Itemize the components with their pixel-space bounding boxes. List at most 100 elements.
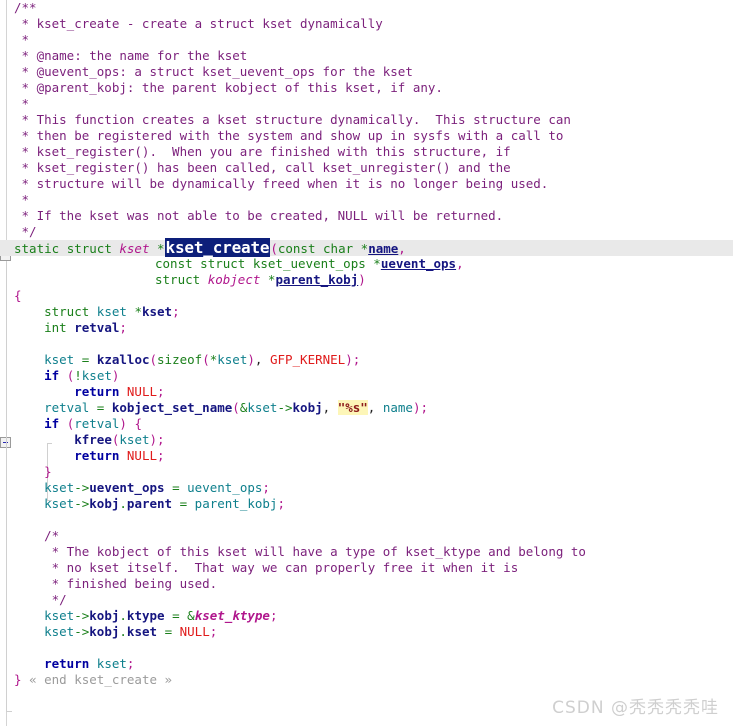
token-punct: ): [412, 400, 421, 415]
token-var: kset: [81, 368, 112, 383]
code-line[interactable]: kset->kobj.kset = NULL;: [0, 624, 733, 640]
token-var: kset: [96, 656, 127, 671]
token-punct: ;: [157, 448, 165, 463]
code-line[interactable]: [0, 512, 733, 528]
code-line[interactable]: if (retval) {: [0, 416, 733, 432]
code-line[interactable]: *: [0, 96, 733, 112]
code-line[interactable]: [0, 640, 733, 656]
code-line[interactable]: int retval;: [0, 320, 733, 336]
code-line[interactable]: * kset_create - create a struct kset dyn…: [0, 16, 733, 32]
code-line[interactable]: kset = kzalloc(sizeof(*kset), GFP_KERNEL…: [0, 352, 733, 368]
token-punct: }: [14, 672, 22, 687]
code-line[interactable]: {: [0, 288, 733, 304]
code-line[interactable]: return NULL;: [0, 384, 733, 400]
code-line[interactable]: * If the kset was not able to be created…: [0, 208, 733, 224]
token-punct: (: [232, 400, 240, 415]
token-utypeb: kset_ktype: [194, 608, 270, 623]
code-line[interactable]: * no kset itself. That way we can proper…: [0, 560, 733, 576]
code-line[interactable]: * kset_register(). When you are finished…: [0, 144, 733, 160]
token-type: int: [44, 320, 67, 335]
token-var: uevent_ops: [187, 480, 263, 495]
code-line[interactable]: * structure will be dynamically freed wh…: [0, 176, 733, 192]
code-line[interactable]: if (!kset): [0, 368, 733, 384]
token-kw: if: [44, 368, 60, 383]
code-editor[interactable]: /** * kset_create - create a struct kset…: [0, 0, 733, 726]
code-line[interactable]: }: [0, 464, 733, 480]
token-punct: ;: [269, 608, 278, 623]
code-line[interactable]: kset->kobj.parent = parent_kobj;: [0, 496, 733, 512]
code-line[interactable]: kset->kobj.ktype = &kset_ktype;: [0, 608, 733, 624]
code-line[interactable]: * finished being used.: [0, 576, 733, 592]
token-cmt: * @parent_kobj: the parent kobject of th…: [14, 80, 443, 95]
token-type: struct: [200, 256, 246, 271]
token-param: parent_kobj: [275, 272, 359, 287]
code-line[interactable]: const struct kset_uevent_ops *uevent_ops…: [0, 256, 733, 272]
code-line[interactable]: *: [0, 192, 733, 208]
token-field: ktype: [126, 608, 165, 623]
token-var: kset: [44, 624, 75, 639]
token-field: uevent_ops: [89, 480, 165, 495]
code-line[interactable]: */: [0, 592, 733, 608]
token-sel: kset_create: [164, 238, 271, 257]
code-line[interactable]: * kset_register() has been called, call …: [0, 160, 733, 176]
code-line[interactable]: * This function creates a kset structure…: [0, 112, 733, 128]
token-plain: ,: [322, 400, 338, 415]
code-line[interactable]: * The kobject of this kset will have a t…: [0, 544, 733, 560]
token-op: .: [119, 496, 127, 511]
indent-guide-foot: [6, 711, 12, 712]
token-field: parent: [126, 496, 173, 511]
token-punct: ;: [209, 624, 218, 639]
code-line[interactable]: */: [0, 224, 733, 240]
token-op: &: [187, 608, 195, 623]
token-cmt: * The kobject of this kset will have a t…: [14, 544, 586, 559]
code-line[interactable]: kfree(kset);: [0, 432, 733, 448]
code-line[interactable]: [0, 336, 733, 352]
code-line[interactable]: } « end kset_create »: [0, 672, 733, 688]
token-str: "%s": [337, 400, 368, 415]
code-line[interactable]: return kset;: [0, 656, 733, 672]
code-line[interactable]: * @parent_kobj: the parent kobject of th…: [0, 80, 733, 96]
token-op: ->: [74, 608, 90, 623]
code-line[interactable]: * then be registered with the system and…: [0, 128, 733, 144]
token-var: kset: [247, 400, 278, 415]
token-hint: « end kset_create »: [29, 672, 173, 687]
code-line[interactable]: * @uevent_ops: a struct kset_uevent_ops …: [0, 64, 733, 80]
token-param: uevent_ops: [380, 256, 457, 271]
token-punct: ): [247, 352, 255, 367]
code-line[interactable]: /*: [0, 528, 733, 544]
token-var: kset: [217, 352, 248, 367]
token-punct: ;: [352, 352, 361, 367]
code-line[interactable]: static struct kset *kset_create(const ch…: [0, 238, 733, 257]
code-line[interactable]: kset->uevent_ops = uevent_ops;: [0, 480, 733, 496]
code-content[interactable]: /** * kset_create - create a struct kset…: [0, 0, 733, 688]
code-line[interactable]: /**: [0, 0, 733, 16]
token-punct: ;: [262, 480, 270, 495]
code-line[interactable]: struct kobject *parent_kobj): [0, 272, 733, 288]
code-line[interactable]: * @name: the name for the kset: [0, 48, 733, 64]
token-op: !: [74, 368, 82, 383]
token-var: kset: [96, 304, 127, 319]
token-cmt: * kset_register(). When you are finished…: [14, 144, 511, 159]
token-cmt: * @name: the name for the kset: [14, 48, 248, 63]
code-line[interactable]: *: [0, 32, 733, 48]
code-line[interactable]: retval = kobject_set_name(&kset->kobj, "…: [0, 400, 733, 416]
code-line[interactable]: struct kset *kset;: [0, 304, 733, 320]
token-type: const: [277, 241, 316, 256]
token-punct: ;: [119, 320, 127, 335]
code-line[interactable]: return NULL;: [0, 448, 733, 464]
token-macro: NULL: [179, 624, 210, 639]
